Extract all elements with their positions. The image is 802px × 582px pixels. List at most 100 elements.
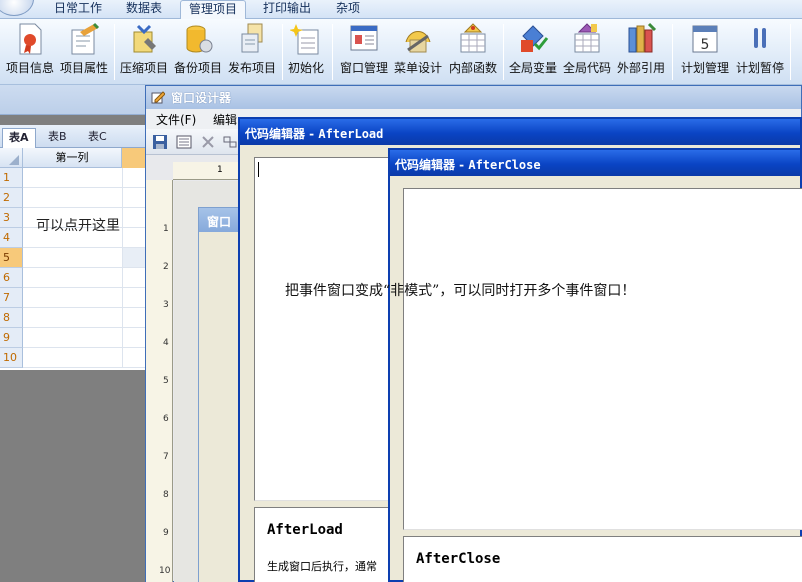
table-row[interactable] xyxy=(23,348,145,368)
ruler-label: 8 xyxy=(163,490,169,500)
row-number[interactable]: 2 xyxy=(0,188,23,208)
row-number-selected[interactable]: 5 xyxy=(0,248,23,268)
editor-title-prefix: 代码编辑器 - xyxy=(395,158,469,172)
initialize-icon xyxy=(290,24,319,55)
schedule-pause-icon xyxy=(754,28,766,48)
properties-icon[interactable] xyxy=(176,134,192,150)
backup-project-button[interactable]: 备份项目 xyxy=(172,22,224,82)
window-manage-icon xyxy=(350,25,378,51)
schedule-pause-button[interactable]: 计划暂停 xyxy=(734,22,786,82)
ruler-label: 9 xyxy=(163,528,169,538)
delete-icon[interactable] xyxy=(200,134,216,150)
ruler-label: 5 xyxy=(163,376,169,386)
editor-title-prefix: 代码编辑器 - xyxy=(245,127,319,141)
tab-daily-work[interactable]: 日常工作 xyxy=(46,0,110,19)
column-header-first[interactable]: 第一列 xyxy=(23,148,122,168)
ruler-label: 2 xyxy=(163,262,169,272)
code-editor-afterclose: 代码编辑器 - AfterClose AfterClose xyxy=(388,148,802,582)
spreadsheet-panel: 表A 表B 表C 第一列 1 2 3 4 5 6 7 8 9 10 可以点开这里 xyxy=(0,125,145,370)
editor-title-bar[interactable]: 代码编辑器 - AfterLoad xyxy=(240,119,800,145)
menu-design-icon xyxy=(405,31,431,53)
row-number[interactable]: 3 xyxy=(0,208,23,228)
tab-misc[interactable]: 杂项 xyxy=(328,0,368,19)
sheet-annotation: 可以点开这里 xyxy=(36,218,120,234)
external-reference-icon xyxy=(628,22,657,53)
tab-manage-project[interactable]: 管理项目 xyxy=(180,0,247,20)
select-all-corner[interactable] xyxy=(0,148,23,168)
annotation-note: 把事件窗口变成“非模式”，可以同时打开多个事件窗口！ xyxy=(285,283,636,299)
external-reference-button[interactable]: 外部引用 xyxy=(615,22,667,82)
toolbar-separator xyxy=(332,24,333,80)
code-input[interactable] xyxy=(254,157,394,501)
designer-title-bar[interactable]: 窗口设计器 xyxy=(146,86,801,109)
project-info-button[interactable]: 项目信息 xyxy=(4,22,56,82)
corner-triangle-icon xyxy=(9,155,19,165)
table-row[interactable] xyxy=(23,248,145,268)
window-manage-button[interactable]: 窗口管理 xyxy=(338,22,390,82)
internal-function-button[interactable]: 内部函数 xyxy=(446,22,500,82)
help-event-name: AfterClose xyxy=(416,551,501,567)
compress-project-icon xyxy=(133,24,156,53)
ruler-label: 1 xyxy=(217,165,223,175)
schedule-manage-button[interactable]: 5 计划管理 xyxy=(678,22,732,82)
row-number[interactable]: 7 xyxy=(0,288,23,308)
ruler-label: 10 xyxy=(159,566,171,576)
row-number[interactable]: 10 xyxy=(0,348,23,368)
sheet-tab-b[interactable]: 表B xyxy=(42,128,73,148)
save-icon[interactable] xyxy=(152,134,168,150)
app-menu-button[interactable] xyxy=(0,0,34,16)
text-caret xyxy=(258,162,259,177)
backup-project-icon xyxy=(186,25,213,53)
ruler-label: 6 xyxy=(163,414,169,424)
toolbar-separator xyxy=(790,24,791,80)
toolbar-separator xyxy=(114,24,115,80)
event-help-panel: AfterLoad 生成窗口后执行，通常 xyxy=(254,507,394,582)
sheet-tab-a[interactable]: 表A xyxy=(2,128,36,148)
editor-event-name: AfterClose xyxy=(468,158,541,172)
help-description: 生成窗口后执行，通常 xyxy=(267,560,377,573)
row-number[interactable]: 6 xyxy=(0,268,23,288)
row-number[interactable]: 4 xyxy=(0,228,23,248)
designer-menu-file[interactable]: 文件(F) xyxy=(156,111,196,128)
table-row[interactable] xyxy=(23,168,145,188)
table-row[interactable] xyxy=(23,268,145,288)
toolbar-separator xyxy=(282,24,283,80)
svg-text:5: 5 xyxy=(701,37,710,53)
table-row[interactable] xyxy=(23,328,145,348)
editor-title-bar[interactable]: 代码编辑器 - AfterClose xyxy=(390,150,800,176)
help-event-name: AfterLoad xyxy=(267,522,343,538)
global-variable-icon xyxy=(521,25,549,52)
table-row[interactable] xyxy=(23,288,145,308)
menu-design-button[interactable]: 菜单设计 xyxy=(392,22,444,82)
editor-event-name: AfterLoad xyxy=(318,127,384,141)
layout-icon[interactable] xyxy=(222,134,238,150)
column-header-second[interactable] xyxy=(122,148,145,168)
publish-project-button[interactable]: 发布项目 xyxy=(226,22,278,82)
table-row[interactable] xyxy=(23,308,145,328)
row-number[interactable]: 8 xyxy=(0,308,23,328)
code-input[interactable] xyxy=(403,188,802,530)
sheet-tab-c[interactable]: 表C xyxy=(82,128,113,148)
ribbon-toolbar: 项目信息 项目属性 压缩项目 备份项目 发布项目 初始化 窗口管理 菜单设计 内… xyxy=(0,19,802,85)
global-variable-button[interactable]: 全局变量 xyxy=(506,22,560,82)
designer-menu-edit[interactable]: 编辑 xyxy=(213,111,237,128)
tab-data-table[interactable]: 数据表 xyxy=(118,0,170,19)
table-row[interactable] xyxy=(23,188,145,208)
row-number[interactable]: 1 xyxy=(0,168,23,188)
row-number[interactable]: 9 xyxy=(0,328,23,348)
designer-pencil-icon xyxy=(151,91,165,104)
ruler-label: 4 xyxy=(163,338,169,348)
toolbar-separator xyxy=(503,24,504,80)
sheet-tab-strip: 表A 表B 表C xyxy=(0,125,145,148)
project-properties-button[interactable]: 项目属性 xyxy=(58,22,110,82)
ruler-label: 7 xyxy=(163,452,169,462)
compress-project-button[interactable]: 压缩项目 xyxy=(118,22,170,82)
sheet-grid[interactable] xyxy=(23,168,145,368)
tab-print-output[interactable]: 打印输出 xyxy=(255,0,319,19)
initialize-button[interactable]: 初始化 xyxy=(284,22,328,82)
publish-project-icon xyxy=(241,23,263,53)
ruler-label: 1 xyxy=(163,224,169,234)
global-code-button[interactable]: 全局代码 xyxy=(561,22,613,82)
schedule-manage-icon: 5 xyxy=(692,25,718,53)
global-code-icon xyxy=(574,23,600,53)
